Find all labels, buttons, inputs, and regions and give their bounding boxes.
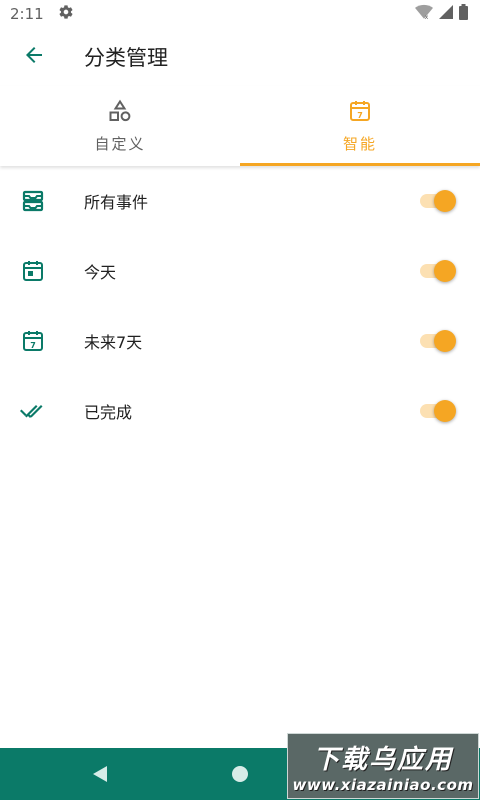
wifi-icon: x bbox=[415, 4, 433, 24]
back-button[interactable] bbox=[6, 29, 62, 85]
calendar-7-icon: 7 bbox=[348, 99, 372, 127]
status-bar: 2:11 x bbox=[0, 0, 480, 28]
list-item-label: 未来7天 bbox=[84, 333, 143, 352]
home-circle-icon[interactable] bbox=[230, 764, 250, 788]
list-item[interactable]: 7 未来7天 bbox=[0, 306, 480, 376]
tab-custom[interactable]: 自定义 bbox=[0, 86, 240, 166]
svg-text:7: 7 bbox=[30, 341, 36, 350]
watermark: 下载乌应用 www.xiazainiao.com bbox=[287, 733, 479, 799]
list-item[interactable]: 今天 bbox=[0, 236, 480, 306]
toggle-switch[interactable] bbox=[420, 328, 458, 354]
list-item[interactable]: 已完成 bbox=[0, 376, 480, 446]
tab-bar: 自定义 7 智能 bbox=[0, 86, 480, 166]
list-item-label: 所有事件 bbox=[84, 193, 149, 212]
smart-category-list: 所有事件 今天 7 未来7天 已完成 bbox=[0, 166, 480, 446]
calendar-today-icon bbox=[17, 255, 49, 287]
switch-thumb bbox=[434, 330, 456, 352]
status-time: 2:11 bbox=[10, 5, 44, 23]
svg-text:x: x bbox=[425, 14, 429, 20]
shapes-icon bbox=[108, 99, 132, 127]
svg-text:7: 7 bbox=[357, 111, 363, 120]
list-item[interactable]: 所有事件 bbox=[0, 166, 480, 236]
arrow-left-icon bbox=[22, 43, 46, 71]
app-bar: 分类管理 bbox=[0, 28, 480, 86]
calendar-7-icon: 7 bbox=[17, 325, 49, 357]
switch-thumb bbox=[434, 190, 456, 212]
back-triangle-icon[interactable] bbox=[90, 764, 110, 788]
battery-icon bbox=[459, 4, 468, 24]
toggle-switch[interactable] bbox=[420, 258, 458, 284]
toggle-switch[interactable] bbox=[420, 188, 458, 214]
watermark-url-text: www.xiazainiao.com bbox=[292, 775, 474, 794]
double-check-icon bbox=[17, 395, 49, 427]
gear-icon bbox=[58, 4, 74, 24]
watermark-main-text: 下载乌应用 bbox=[312, 744, 453, 775]
page-title: 分类管理 bbox=[84, 46, 168, 70]
inbox-stack-icon bbox=[17, 185, 49, 217]
switch-thumb bbox=[434, 400, 456, 422]
tab-custom-label: 自定义 bbox=[94, 134, 146, 153]
toggle-switch[interactable] bbox=[420, 398, 458, 424]
signal-icon bbox=[439, 5, 453, 23]
list-item-label: 已完成 bbox=[84, 403, 133, 422]
list-item-label: 今天 bbox=[84, 263, 117, 282]
tab-smart[interactable]: 7 智能 bbox=[240, 86, 480, 166]
switch-thumb bbox=[434, 260, 456, 282]
tab-smart-label: 智能 bbox=[342, 134, 377, 153]
